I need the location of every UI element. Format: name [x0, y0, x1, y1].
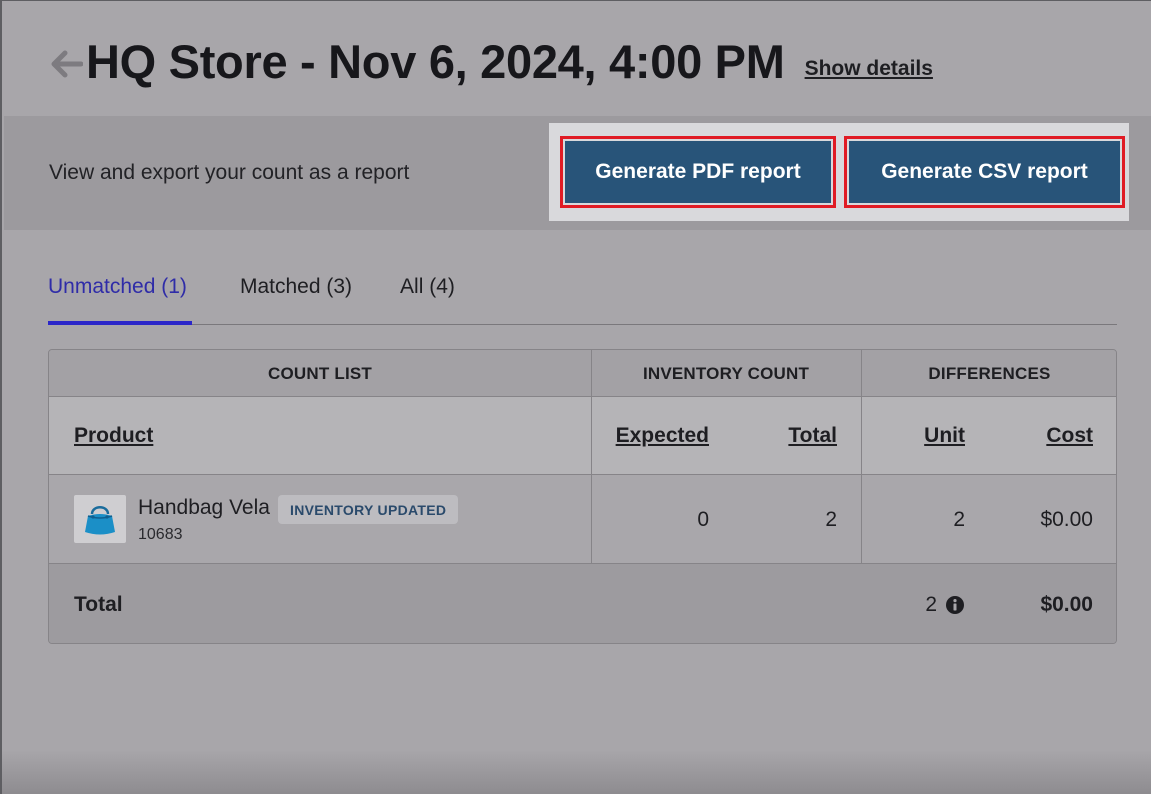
app-window: HQ Store - Nov 6, 2024, 4:00 PM Show det… [0, 0, 1151, 794]
group-header-differences: DIFFERENCES [928, 363, 1051, 383]
table-column-header: Product Expected Total Unit Cost [49, 397, 1116, 475]
count-table: COUNT LIST INVENTORY COUNT DIFFERENCES P… [48, 349, 1117, 644]
tab-matched[interactable]: Matched (3) [240, 269, 352, 325]
group-header-count-list: COUNT LIST [268, 363, 372, 383]
total-unit-value: 2 [925, 592, 937, 616]
report-description: View and export your count as a report [49, 161, 410, 184]
unit-difference-value: 2 [953, 507, 965, 531]
total-value: 2 [825, 507, 837, 531]
page-title: HQ Store - Nov 6, 2024, 4:00 PM [86, 34, 785, 88]
count-tabs: Unmatched (1) Matched (3) All (4) [48, 269, 1117, 325]
generate-csv-report-button[interactable]: Generate CSV report [844, 136, 1125, 208]
report-export-band: View and export your count as a report G… [4, 116, 1151, 230]
product-name[interactable]: Handbag Vela [138, 496, 270, 520]
column-divider [861, 350, 862, 564]
tab-all[interactable]: All (4) [400, 269, 455, 325]
column-header-product[interactable]: Product [74, 397, 153, 475]
group-header-inventory-count: INVENTORY COUNT [642, 363, 810, 383]
column-divider [591, 350, 592, 564]
table-group-header: COUNT LIST INVENTORY COUNT DIFFERENCES [49, 350, 1116, 397]
total-label: Total [74, 592, 123, 616]
generate-pdf-report-button[interactable]: Generate PDF report [560, 136, 836, 208]
column-header-cost[interactable]: Cost [1046, 397, 1093, 475]
page-header: HQ Store - Nov 6, 2024, 4:00 PM Show det… [48, 31, 933, 91]
info-icon[interactable] [945, 595, 965, 615]
total-cost-value: $0.00 [1040, 592, 1093, 616]
report-buttons-group: Generate PDF report Generate CSV report [549, 123, 1129, 221]
table-total-row: Total 2 $0.00 [49, 564, 1116, 643]
handbag-icon [74, 495, 126, 543]
status-badge: INVENTORY UPDATED [278, 495, 459, 524]
column-header-expected[interactable]: Expected [616, 397, 709, 475]
show-details-link[interactable]: Show details [805, 57, 933, 81]
tab-unmatched[interactable]: Unmatched (1) [48, 269, 192, 325]
bottom-shade [2, 750, 1151, 794]
column-header-total[interactable]: Total [788, 397, 837, 475]
expected-value: 0 [697, 507, 709, 531]
table-row[interactable]: Handbag Vela INVENTORY UPDATED 10683 0 2… [49, 475, 1116, 564]
column-header-unit[interactable]: Unit [924, 397, 965, 475]
arrow-left-icon[interactable] [48, 46, 84, 82]
cost-difference-value: $0.00 [1040, 507, 1093, 531]
product-sku: 10683 [138, 526, 183, 543]
total-unit: 2 [925, 564, 965, 643]
